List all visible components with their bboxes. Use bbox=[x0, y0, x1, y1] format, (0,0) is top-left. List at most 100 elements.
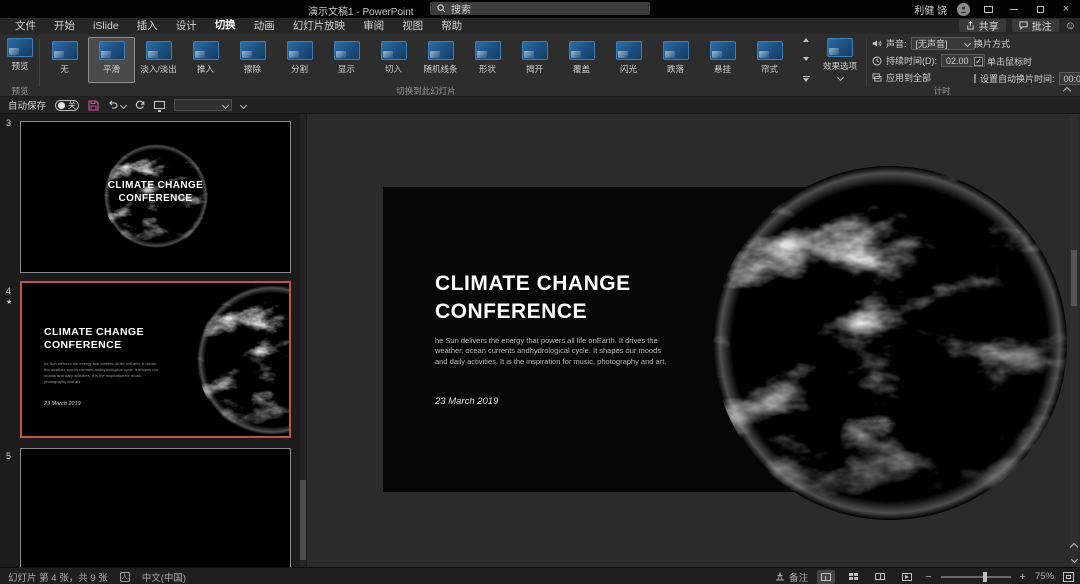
gallery-more-icon[interactable] bbox=[803, 76, 810, 82]
tab-9[interactable]: 视图 bbox=[393, 17, 432, 35]
transition-tile-11[interactable]: 覆盖 bbox=[558, 37, 605, 83]
slide-thumbnail-3[interactable]: CLIMATE CHANGECONFERENCE bbox=[20, 121, 291, 273]
next-slide-button[interactable] bbox=[1069, 554, 1079, 564]
search-box[interactable]: 搜索 bbox=[430, 2, 650, 15]
qat-dropdown[interactable] bbox=[174, 99, 232, 111]
gallery-scroll-down-icon[interactable] bbox=[803, 57, 809, 61]
feedback-smiley-icon[interactable]: ☺ bbox=[1065, 20, 1076, 32]
previous-slide-button[interactable] bbox=[1069, 542, 1079, 552]
comments-button[interactable]: 批注 bbox=[1012, 19, 1059, 32]
thumbnail-scrollbar[interactable] bbox=[300, 114, 306, 567]
transition-label: 分割 bbox=[291, 63, 308, 75]
zoom-out-button[interactable]: − bbox=[925, 571, 931, 583]
transition-tile-4[interactable]: 擦除 bbox=[229, 37, 276, 83]
slide-sorter-view-button[interactable] bbox=[844, 570, 862, 584]
slideshow-view-button[interactable] bbox=[898, 570, 916, 584]
tab-6[interactable]: 动画 bbox=[245, 17, 284, 35]
normal-view-button[interactable] bbox=[817, 570, 835, 584]
tab-3[interactable]: 插入 bbox=[128, 17, 167, 35]
close-button[interactable]: × bbox=[1058, 2, 1074, 16]
apply-all-button[interactable]: 应用到全部 bbox=[886, 71, 931, 84]
transition-tile-1[interactable]: 平滑 bbox=[88, 37, 135, 83]
slide-title[interactable]: CLIMATE CHANGECONFERENCE bbox=[435, 270, 631, 327]
save-icon[interactable] bbox=[88, 100, 99, 111]
ribbon-display-options-button[interactable] bbox=[980, 2, 996, 16]
tab-8[interactable]: 审阅 bbox=[354, 17, 393, 35]
slide-counter[interactable]: 幻灯片 第 4 张，共 9 张 bbox=[8, 570, 108, 584]
avatar[interactable] bbox=[957, 3, 970, 16]
transition-tile-12[interactable]: 闪光 bbox=[605, 37, 652, 83]
tab-7[interactable]: 幻灯片放映 bbox=[284, 17, 355, 35]
zoom-level[interactable]: 75% bbox=[1035, 571, 1054, 582]
on-click-checkbox[interactable]: ✓ bbox=[974, 57, 983, 66]
slide-body-text[interactable]: he Sun delivers the energy that powers a… bbox=[435, 336, 670, 367]
transition-tile-5[interactable]: 分割 bbox=[276, 37, 323, 83]
transition-tile-2[interactable]: 淡入/淡出 bbox=[135, 37, 182, 83]
preview-button[interactable]: 预览 bbox=[2, 38, 38, 72]
transition-star-icon[interactable]: ★ bbox=[6, 298, 12, 306]
transition-icon bbox=[52, 41, 78, 60]
gallery-scroll-up-icon[interactable] bbox=[803, 38, 809, 42]
slideshow-from-beginning-button[interactable] bbox=[154, 101, 165, 109]
scrollbar-thumb[interactable] bbox=[300, 480, 306, 560]
undo-button[interactable] bbox=[108, 100, 126, 110]
autosave-toggle[interactable]: 关 bbox=[55, 100, 79, 111]
timing-group-label: 计时 bbox=[867, 85, 1017, 97]
auto-advance-checkbox[interactable] bbox=[974, 74, 976, 83]
transition-tile-7[interactable]: 切入 bbox=[370, 37, 417, 83]
tab-10[interactable]: 帮助 bbox=[432, 17, 471, 35]
transition-tile-14[interactable]: 悬挂 bbox=[699, 37, 746, 83]
notes-button[interactable]: 备注 bbox=[775, 570, 808, 584]
slide-date[interactable]: 23 March 2019 bbox=[435, 396, 498, 407]
tab-4[interactable]: 设计 bbox=[167, 17, 206, 35]
minimize-button[interactable] bbox=[1006, 2, 1022, 16]
tab-0[interactable]: 文件 bbox=[6, 17, 45, 35]
chevron-down-icon bbox=[836, 74, 843, 81]
tab-transitions[interactable]: 切换 bbox=[206, 16, 245, 36]
scrollbar-thumb[interactable] bbox=[1071, 250, 1077, 306]
person-icon bbox=[959, 5, 968, 14]
auto-advance-input[interactable]: 00:00.00 bbox=[1059, 72, 1080, 85]
duration-label: 持续时间(D): bbox=[886, 54, 937, 67]
transition-tile-6[interactable]: 显示 bbox=[323, 37, 370, 83]
effect-options-button[interactable]: 效果选项 bbox=[818, 38, 862, 80]
collapse-ribbon-button[interactable] bbox=[1062, 86, 1072, 96]
accessibility-icon[interactable]: 人 bbox=[120, 572, 130, 582]
tab-1[interactable]: 开始 bbox=[45, 17, 84, 35]
zoom-slider-thumb[interactable] bbox=[983, 572, 987, 582]
on-click-label: 单击鼠标时 bbox=[987, 55, 1032, 68]
zoom-in-button[interactable]: + bbox=[1020, 571, 1026, 583]
transition-tile-10[interactable]: 揭开 bbox=[511, 37, 558, 83]
transition-icon bbox=[569, 41, 595, 60]
language-indicator[interactable]: 中文(中国) bbox=[142, 570, 186, 584]
thumb4-body: he Sun delivers the energy that powers a… bbox=[44, 361, 162, 385]
slide-thumbnail-5[interactable] bbox=[20, 448, 291, 567]
slide-number: 4 bbox=[6, 286, 11, 296]
sound-select[interactable]: [无声音] bbox=[911, 37, 975, 50]
slide-thumbnail-4[interactable]: CLIMATE CHANGECONFERENCE he Sun delivers… bbox=[20, 281, 291, 438]
transition-tile-3[interactable]: 推入 bbox=[182, 37, 229, 83]
thumb3-title: CLIMATE CHANGECONFERENCE bbox=[21, 180, 290, 205]
transition-label: 形状 bbox=[479, 63, 496, 75]
menu-tabs: 文件开始iSlide插入设计切换动画幻灯片放映审阅视图帮助 bbox=[0, 16, 471, 36]
transition-tile-8[interactable]: 随机线条 bbox=[417, 37, 464, 83]
chevron-down-icon bbox=[1070, 555, 1077, 562]
fit-to-window-icon[interactable] bbox=[1063, 572, 1074, 582]
transition-tile-0[interactable]: 无 bbox=[41, 37, 88, 83]
transition-tile-15[interactable]: 帘式 bbox=[746, 37, 793, 83]
customize-qat-icon[interactable] bbox=[240, 101, 247, 108]
tab-2[interactable]: iSlide bbox=[84, 19, 128, 34]
canvas-scrollbar[interactable] bbox=[1070, 114, 1078, 567]
sound-icon bbox=[872, 39, 882, 48]
redo-icon[interactable] bbox=[135, 100, 145, 110]
earth-image[interactable] bbox=[713, 166, 1067, 520]
transition-tile-13[interactable]: 跌落 bbox=[652, 37, 699, 83]
reading-view-button[interactable] bbox=[871, 570, 889, 584]
powerpoint-window: 演示文稿1 - PowerPoint 搜索 利健 饶 × 文件开始iSlide插… bbox=[0, 0, 1080, 584]
zoom-slider[interactable] bbox=[941, 576, 1011, 578]
restore-button[interactable] bbox=[1032, 2, 1048, 16]
share-button[interactable]: 共享 bbox=[959, 19, 1006, 32]
transition-tile-9[interactable]: 形状 bbox=[464, 37, 511, 83]
transition-gallery: 无平滑淡入/淡出推入擦除分割 显示切入随机线条形状 揭开覆盖闪光跌落悬挂帘式 bbox=[41, 37, 793, 83]
transition-icon bbox=[287, 41, 313, 60]
